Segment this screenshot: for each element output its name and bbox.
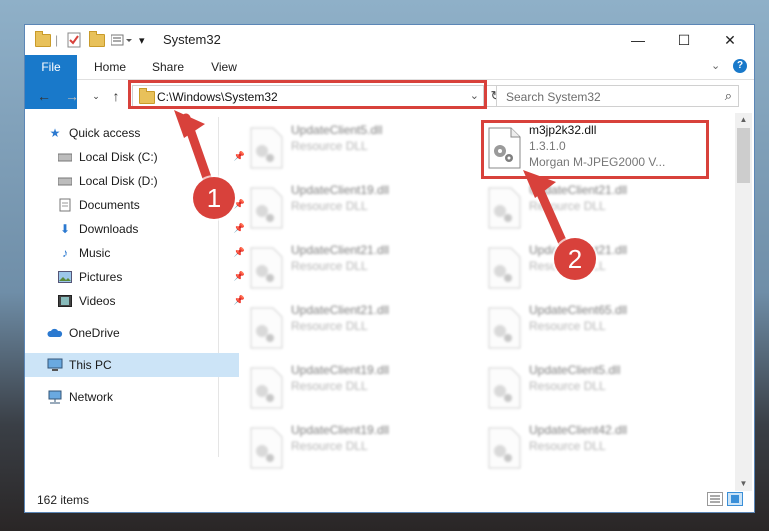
callout-badge-1: 1 bbox=[193, 177, 235, 219]
arrow-2-head bbox=[523, 170, 556, 198]
callout-arrows bbox=[174, 110, 571, 255]
arrow-1-head bbox=[174, 110, 205, 138]
callout-badge-2: 2 bbox=[554, 238, 596, 280]
